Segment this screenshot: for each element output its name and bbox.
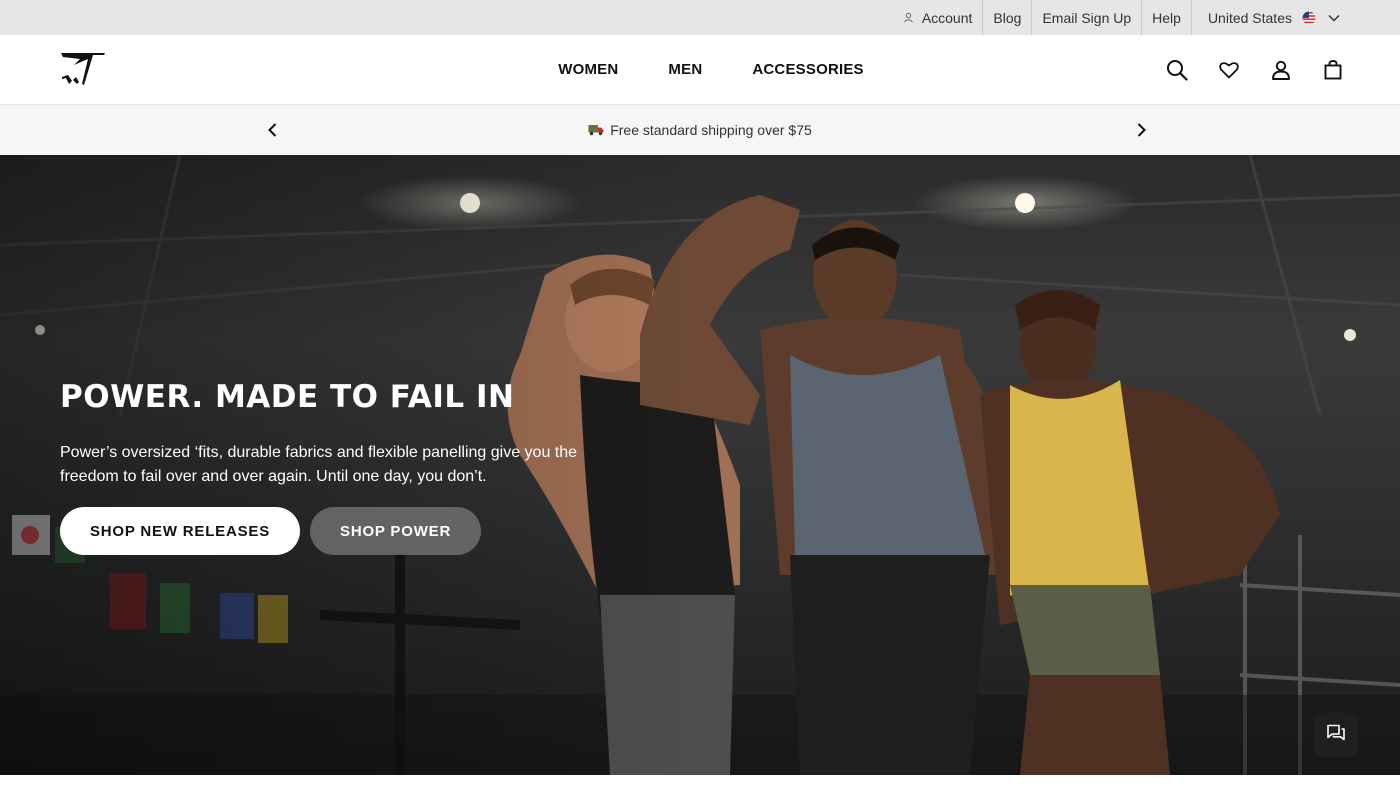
blog-link[interactable]: Blog xyxy=(983,0,1031,35)
email-signup-link[interactable]: Email Sign Up xyxy=(1032,0,1141,35)
hero-ctas: SHOP NEW RELEASES SHOP POWER xyxy=(60,507,620,555)
shark-logo-icon[interactable] xyxy=(60,51,106,87)
chevron-down-icon xyxy=(1328,14,1340,22)
shop-new-releases-button[interactable]: SHOP NEW RELEASES xyxy=(60,507,301,555)
promo-bar: Free standard shipping over $75 xyxy=(0,105,1400,155)
chevron-left-icon[interactable] xyxy=(262,120,282,140)
shop-power-button[interactable]: SHOP POWER xyxy=(310,507,482,555)
chat-icon xyxy=(1326,724,1346,747)
truck-icon xyxy=(588,124,604,136)
nav-women[interactable]: WOMEN xyxy=(533,35,643,105)
nav-men[interactable]: MEN xyxy=(643,35,727,105)
person-icon xyxy=(903,12,914,23)
nav-accessories[interactable]: ACCESSORIES xyxy=(727,35,888,105)
country-selector[interactable]: United States xyxy=(1192,0,1350,35)
chevron-right-icon[interactable] xyxy=(1131,120,1151,140)
hero-copy: POWER. MADE TO FAIL IN Power’s oversized… xyxy=(60,377,620,555)
bag-icon[interactable] xyxy=(1321,58,1345,82)
site-header: WOMEN MEN ACCESSORIES xyxy=(0,35,1400,105)
heart-icon[interactable] xyxy=(1217,58,1241,82)
us-flag-icon xyxy=(1302,11,1316,25)
help-link[interactable]: Help xyxy=(1142,0,1191,35)
hero-title: POWER. MADE TO FAIL IN xyxy=(60,379,515,415)
utility-bar: Account Blog Email Sign Up Help United S… xyxy=(0,0,1400,35)
account-label: Account xyxy=(921,9,973,26)
chat-button[interactable] xyxy=(1313,713,1359,757)
search-icon[interactable] xyxy=(1165,58,1189,82)
header-actions xyxy=(1165,35,1345,105)
hero-description: Power’s oversized ‘fits, durable fabrics… xyxy=(60,444,578,485)
hero-banner: POWER. MADE TO FAIL IN Power’s oversized… xyxy=(0,155,1400,775)
user-icon[interactable] xyxy=(1269,58,1293,82)
promo-text: Free standard shipping over $75 xyxy=(610,122,812,138)
country-label: United States xyxy=(1207,9,1292,26)
account-link[interactable]: Account xyxy=(893,0,983,35)
